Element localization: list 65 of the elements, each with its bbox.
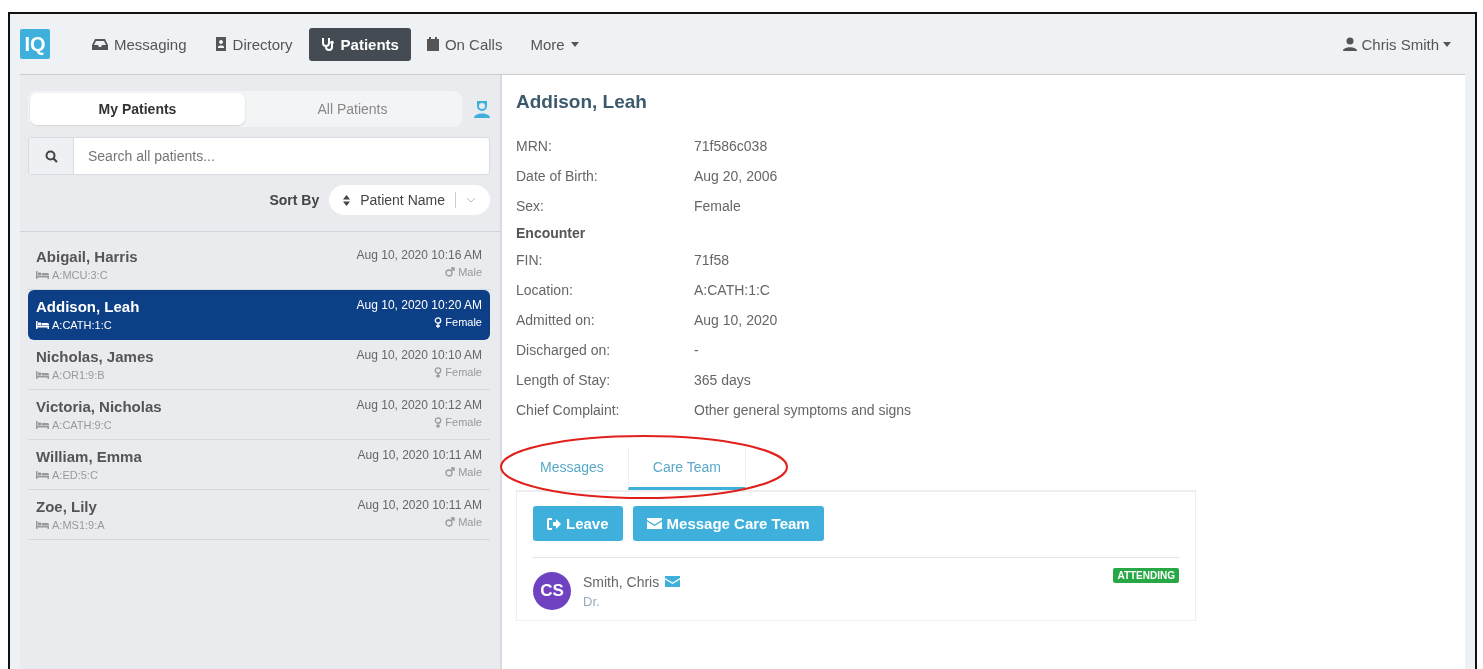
patient-row[interactable]: William, Emma A:ED:5:C Aug 10, 2020 10:11 AM Male — [28, 440, 490, 490]
field-value: 71f586c038 — [694, 138, 768, 154]
male-icon — [445, 467, 456, 477]
nav-item[interactable]: Directory — [202, 27, 305, 61]
bed-icon — [36, 521, 49, 529]
field-label: FIN: — [516, 252, 544, 268]
calendar-icon — [426, 37, 439, 51]
chevron-icon — [466, 197, 476, 203]
member-title: Dr. — [583, 593, 601, 609]
patient-row[interactable]: Victoria, Nicholas A:CATH:9:C Aug 10, 2020 10:12 AM Female — [28, 390, 490, 440]
stethoscope-icon — [320, 37, 335, 51]
field-value: Female — [694, 198, 741, 214]
field-label: Sex: — [516, 198, 545, 214]
avatar: CS — [533, 572, 571, 610]
field-label: Length of Stay: — [516, 372, 612, 388]
bed-icon — [36, 471, 49, 479]
envelope-icon[interactable] — [665, 576, 681, 587]
user-menu[interactable]: Chris Smith — [1335, 27, 1465, 61]
address-book-icon — [214, 37, 227, 51]
role-badge: ATTENDING — [1113, 568, 1179, 583]
user-icon — [1343, 37, 1358, 51]
caret-icon — [570, 41, 579, 47]
sort-icon — [343, 194, 351, 206]
field-label: Admitted on: — [516, 312, 596, 328]
field-value: 365 days — [694, 372, 751, 388]
field-label: Chief Complaint: — [516, 402, 621, 418]
female-icon — [434, 316, 443, 328]
patient-row[interactable]: Zoe, Lily A:MS1:9:A Aug 10, 2020 10:11 AM Male — [28, 490, 490, 540]
nav-item[interactable]: More — [518, 27, 591, 61]
segment-tab[interactable]: My Patients — [30, 93, 245, 125]
segment-tab[interactable]: All Patients — [245, 93, 460, 125]
nav-item[interactable]: Messaging — [80, 27, 199, 61]
field-label: Location: — [516, 282, 574, 298]
member-name: Smith, Chris — [583, 573, 660, 590]
patient-title: Addison, Leah — [516, 91, 648, 113]
male-icon — [445, 267, 456, 277]
field-value: Aug 10, 2020 — [694, 312, 778, 328]
female-icon — [434, 366, 443, 378]
field-value: A:CATH:1:C — [694, 282, 770, 298]
envelope-icon — [646, 518, 662, 529]
caret-icon — [1443, 41, 1451, 47]
sort-label: Sort By — [269, 192, 320, 208]
section-heading: Encounter — [516, 225, 587, 241]
patient-row[interactable]: Nicholas, James A:OR1:9:B Aug 10, 2020 10:10 AM Female — [28, 340, 490, 390]
nav-item[interactable]: Patients — [308, 27, 411, 61]
field-label: Date of Birth: — [516, 168, 599, 184]
field-value: - — [694, 342, 699, 358]
inbox-icon — [92, 38, 108, 50]
female-icon — [434, 416, 443, 428]
search-icon — [44, 149, 58, 163]
bed-icon — [36, 321, 49, 329]
patient-row[interactable]: Addison, Leah A:CATH:1:C Aug 10, 2020 10:20 AM Female — [28, 290, 490, 340]
field-value: Aug 20, 2006 — [694, 168, 778, 184]
bed-icon — [36, 421, 49, 429]
sign-out-icon — [547, 517, 561, 530]
bed-icon — [36, 271, 49, 279]
nurse-icon[interactable] — [474, 100, 490, 118]
sort-dropdown[interactable]: Patient Name — [329, 185, 490, 215]
field-label: Discharged on: — [516, 342, 612, 358]
bed-icon — [36, 371, 49, 379]
nav-item[interactable]: On Calls — [414, 27, 515, 61]
field-value: Other general symptoms and signs — [694, 402, 912, 418]
field-value: 71f58 — [694, 252, 730, 268]
male-icon — [445, 517, 456, 527]
field-label: MRN: — [516, 138, 553, 154]
